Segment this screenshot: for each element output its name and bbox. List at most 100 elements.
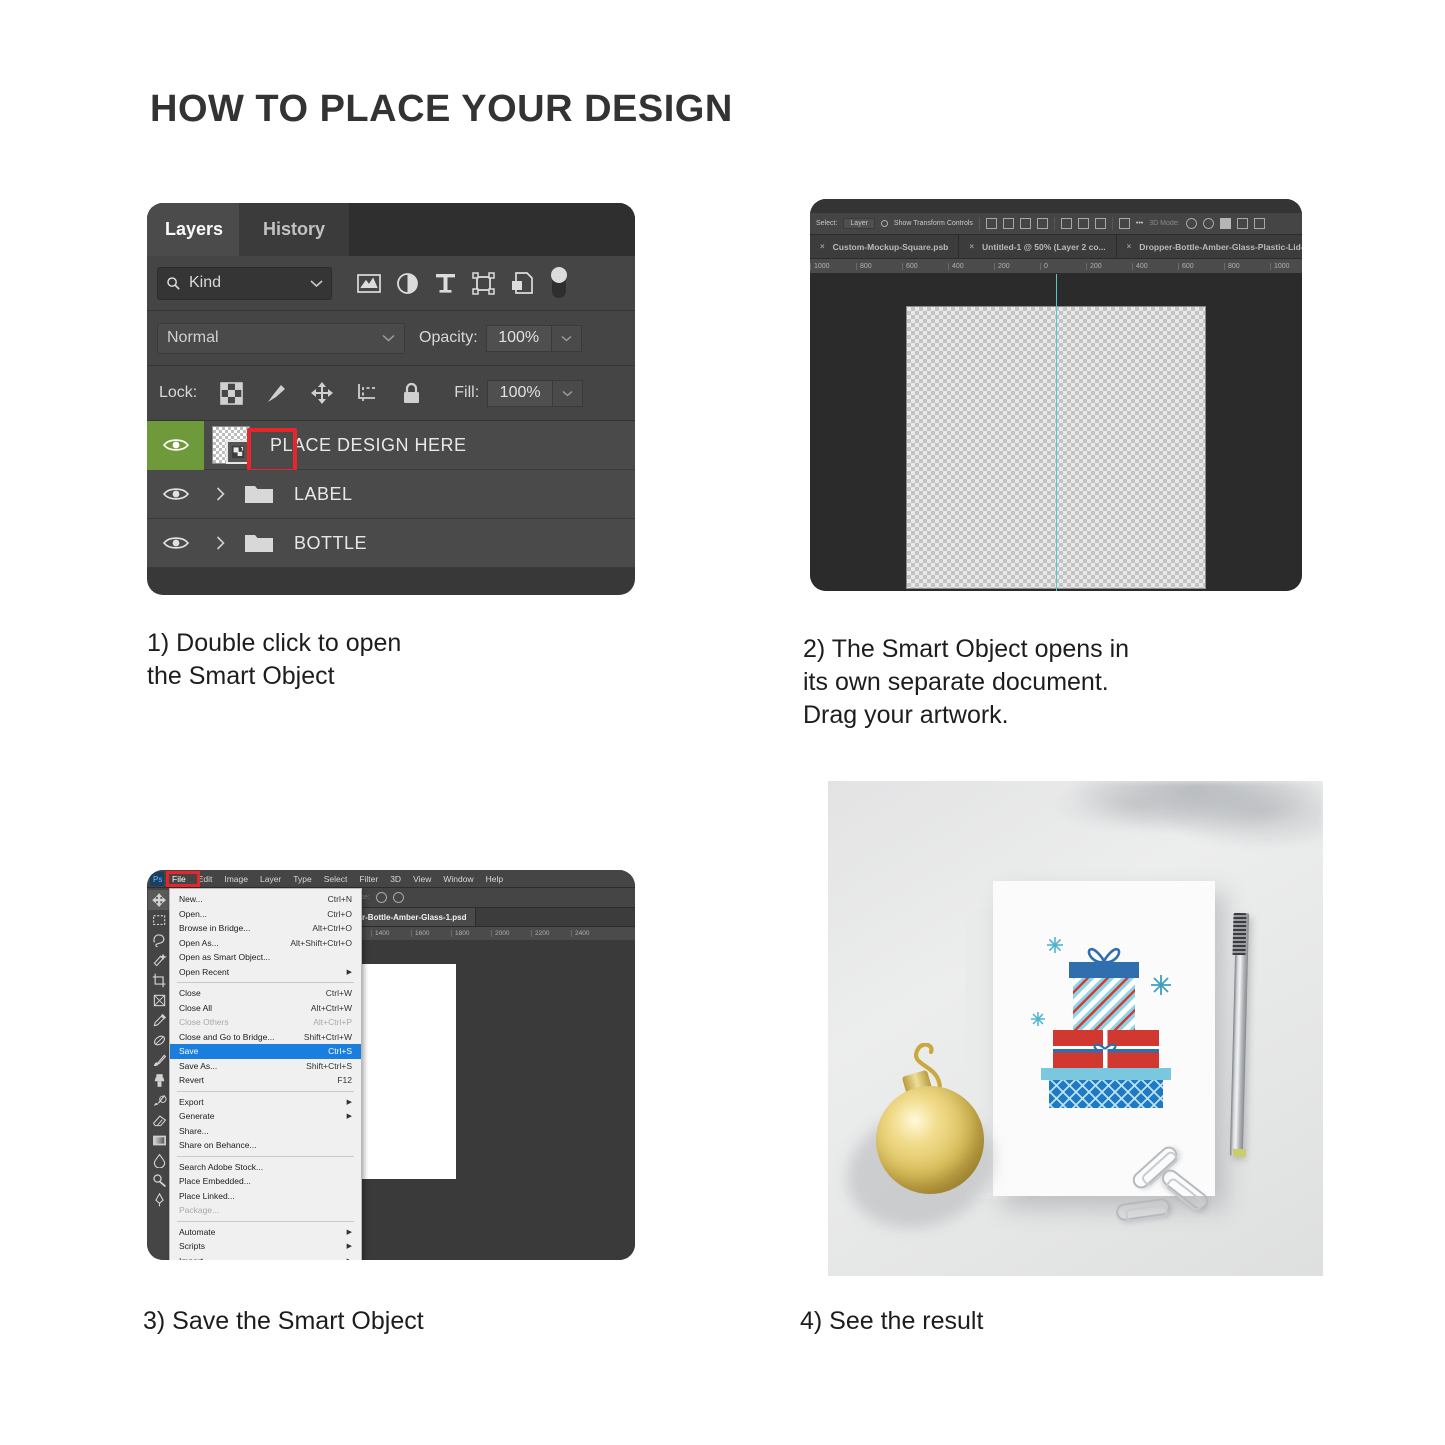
kind-filter-dropdown[interactable]: Kind bbox=[157, 266, 332, 300]
menubar-item-view[interactable]: View bbox=[407, 870, 437, 888]
tab-layers[interactable]: Layers bbox=[147, 203, 239, 256]
3d-roll-icon[interactable] bbox=[392, 892, 404, 903]
eyedropper-tool-icon[interactable] bbox=[148, 1010, 170, 1030]
fill-chevron-down-icon[interactable] bbox=[553, 379, 584, 407]
file-menu-item-revert[interactable]: Revert F12 bbox=[170, 1073, 361, 1088]
shape-layer-filter-icon[interactable] bbox=[464, 271, 502, 295]
frame-tool-icon[interactable] bbox=[148, 990, 170, 1010]
file-menu-item-close-and-go-to-bridge[interactable]: Close and Go to Bridge... Shift+Ctrl+W bbox=[170, 1030, 361, 1045]
file-menu-item-scripts[interactable]: Scripts ▶ bbox=[170, 1239, 361, 1254]
chevron-right-icon[interactable] bbox=[216, 536, 242, 550]
opacity-input[interactable]: 100% bbox=[485, 324, 552, 352]
3d-orbit-icon[interactable] bbox=[1185, 218, 1197, 229]
file-menu-item-import[interactable]: Import ▶ bbox=[170, 1254, 361, 1260]
eraser-tool-icon[interactable] bbox=[148, 1110, 170, 1130]
menubar-item-select[interactable]: Select bbox=[318, 870, 354, 888]
layer-thumbnail[interactable] bbox=[212, 426, 250, 464]
filter-toggle-switch[interactable] bbox=[540, 266, 578, 300]
fill-input[interactable]: 100% bbox=[487, 379, 554, 407]
type-layer-filter-icon[interactable] bbox=[426, 272, 464, 294]
move-tool-icon[interactable] bbox=[148, 890, 170, 910]
file-menu-item-export[interactable]: Export ▶ bbox=[170, 1095, 361, 1110]
layer-row-label[interactable]: LABEL bbox=[147, 470, 635, 519]
chevron-right-icon[interactable] bbox=[216, 487, 242, 501]
horizontal-ruler[interactable]: 1000800600400200020040060080010001200140… bbox=[810, 259, 1302, 274]
file-menu-item-share[interactable]: Share... bbox=[170, 1124, 361, 1139]
lock-transparent-pixels-icon[interactable] bbox=[209, 381, 254, 405]
file-menu-item-browse-in-bridge[interactable]: Browse in Bridge... Alt+Ctrl+O bbox=[170, 921, 361, 936]
file-menu-item-close[interactable]: Close Ctrl+W bbox=[170, 986, 361, 1001]
lock-artboard-nesting-icon[interactable] bbox=[344, 382, 389, 405]
blur-tool-icon[interactable] bbox=[148, 1150, 170, 1170]
blend-mode-dropdown[interactable]: Normal bbox=[157, 322, 405, 354]
distribute-vertical-centers-icon[interactable] bbox=[1077, 218, 1089, 229]
canvas-area[interactable] bbox=[810, 274, 1302, 591]
align-horizontal-centers-icon[interactable] bbox=[1002, 218, 1014, 229]
close-icon[interactable]: × bbox=[820, 242, 825, 251]
align-left-edges-icon[interactable] bbox=[985, 218, 997, 229]
layer-visibility-toggle[interactable] bbox=[147, 420, 204, 470]
tab-history[interactable]: History bbox=[239, 203, 349, 256]
file-menu-item-share-on-behance[interactable]: Share on Behance... bbox=[170, 1138, 361, 1153]
align-top-edges-icon[interactable] bbox=[1036, 218, 1048, 229]
file-menu-item-close-all[interactable]: Close All Alt+Ctrl+W bbox=[170, 1001, 361, 1016]
layer-visibility-toggle[interactable] bbox=[147, 470, 204, 519]
menubar-item-type[interactable]: Type bbox=[287, 870, 317, 888]
opacity-chevron-down-icon[interactable] bbox=[551, 324, 582, 352]
healing-brush-tool-icon[interactable] bbox=[148, 1030, 170, 1050]
file-menu-item-place-linked[interactable]: Place Linked... bbox=[170, 1189, 361, 1204]
pixel-layer-filter-icon[interactable] bbox=[350, 273, 388, 293]
more-options-icon[interactable]: ••• bbox=[1136, 220, 1143, 227]
file-menu-item-new[interactable]: New... Ctrl+N bbox=[170, 892, 361, 907]
align-right-edges-icon[interactable] bbox=[1019, 218, 1031, 229]
menubar-item-filter[interactable]: Filter bbox=[353, 870, 384, 888]
layer-row-place-design-here[interactable]: PLACE DESIGN HERE bbox=[147, 420, 635, 473]
file-menu-item-open-as[interactable]: Open As... Alt+Shift+Ctrl+O bbox=[170, 936, 361, 951]
lasso-tool-icon[interactable] bbox=[148, 930, 170, 950]
gradient-tool-icon[interactable] bbox=[148, 1130, 170, 1150]
layer-row-bottle[interactable]: BOTTLE bbox=[147, 519, 635, 568]
close-icon[interactable]: × bbox=[969, 242, 974, 251]
distribute-left-edges-icon[interactable] bbox=[1118, 218, 1130, 229]
menubar-item-window[interactable]: Window bbox=[437, 870, 479, 888]
menubar-item-help[interactable]: Help bbox=[480, 870, 509, 888]
file-menu-item-open-as-smart-object[interactable]: Open as Smart Object... bbox=[170, 950, 361, 965]
quick-selection-tool-icon[interactable] bbox=[148, 950, 170, 970]
3d-roll-icon[interactable] bbox=[1202, 218, 1214, 229]
smart-object-filter-icon[interactable] bbox=[502, 272, 540, 294]
lock-position-icon[interactable] bbox=[299, 381, 344, 405]
file-menu-item-generate[interactable]: Generate ▶ bbox=[170, 1109, 361, 1124]
adjustment-layer-filter-icon[interactable] bbox=[388, 272, 426, 295]
document-tab[interactable]: × Untitled-1 @ 50% (Layer 2 co... bbox=[959, 235, 1117, 258]
file-menu-item-save[interactable]: Save Ctrl+S bbox=[170, 1044, 361, 1059]
3d-orbit-icon[interactable] bbox=[375, 892, 387, 903]
select-target-dropdown[interactable]: Layer bbox=[843, 218, 875, 229]
file-menu-item-open-recent[interactable]: Open Recent ▶ bbox=[170, 965, 361, 980]
history-brush-tool-icon[interactable] bbox=[148, 1090, 170, 1110]
crop-tool-icon[interactable] bbox=[148, 970, 170, 990]
3d-slide-icon[interactable] bbox=[1236, 218, 1248, 229]
lock-image-pixels-icon[interactable] bbox=[254, 381, 299, 405]
3d-scale-icon[interactable] bbox=[1253, 218, 1265, 229]
menubar-item-image[interactable]: Image bbox=[218, 870, 254, 888]
file-menu-item-search-adobe-stock[interactable]: Search Adobe Stock... bbox=[170, 1160, 361, 1175]
document-tab[interactable]: × Custom-Mockup-Square.psb bbox=[810, 235, 960, 258]
menubar-item-layer[interactable]: Layer bbox=[254, 870, 287, 888]
document-tab[interactable]: × Dropper-Bottle-Amber-Glass-Plastic-Lid… bbox=[1116, 235, 1302, 258]
pen-tool-icon[interactable] bbox=[148, 1190, 170, 1210]
layer-visibility-toggle[interactable] bbox=[147, 519, 204, 568]
menubar-item-3d[interactable]: 3D bbox=[384, 870, 407, 888]
file-menu-item-open[interactable]: Open... Ctrl+O bbox=[170, 907, 361, 922]
file-menu-item-place-embedded[interactable]: Place Embedded... bbox=[170, 1174, 361, 1189]
brush-tool-icon[interactable] bbox=[148, 1050, 170, 1070]
show-transform-checkbox[interactable] bbox=[880, 220, 888, 227]
close-icon[interactable]: × bbox=[1127, 242, 1132, 251]
marquee-tool-icon[interactable] bbox=[148, 910, 170, 930]
dodge-tool-icon[interactable] bbox=[148, 1170, 170, 1190]
file-menu-item-automate[interactable]: Automate ▶ bbox=[170, 1225, 361, 1240]
distribute-top-edges-icon[interactable] bbox=[1060, 218, 1072, 229]
distribute-bottom-edges-icon[interactable] bbox=[1094, 218, 1106, 229]
file-dropdown-menu[interactable]: New... Ctrl+N Open... Ctrl+O Browse in Bridg… bbox=[169, 888, 362, 1260]
3d-pan-icon[interactable] bbox=[1219, 218, 1231, 229]
lock-all-icon[interactable] bbox=[389, 382, 434, 405]
